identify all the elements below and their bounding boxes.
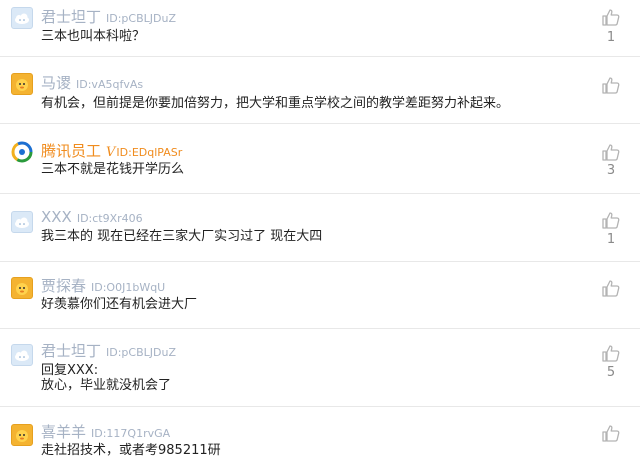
like-button[interactable] [601,278,623,298]
avatar[interactable] [11,73,33,95]
comment-item: 君士坦丁 ID:pCBLJDuZ 回复XXX: 放心，毕业就没机会了 5 [0,329,640,407]
cloud-avatar-icon [15,13,29,24]
like-count: 5 [606,365,616,380]
username[interactable]: 君士坦丁 [41,8,101,26]
name-line: XXX ID:ct9Xr406 [41,207,143,227]
username[interactable]: 腾讯员工 [41,142,101,160]
name-line: 君士坦丁 ID:pCBLJDuZ [41,6,176,26]
thumbs-up-icon [602,425,620,442]
comment-text: 我三本的 现在已经在三家大厂实习过了 现在大四 [41,229,323,244]
comment-text: 放心，毕业就没机会了 [41,378,172,393]
username[interactable]: XXX [41,208,72,226]
comment-item: 君士坦丁 ID:pCBLJDuZ 三本也叫本科啦？ 1 [0,0,640,57]
avatar[interactable] [11,141,33,163]
thumbs-up-icon [602,345,620,362]
name-line: 贾探春 ID:O0J1bWqU [41,275,165,295]
cloud-avatar-icon [15,217,29,228]
user-id: ID:vA5qfvAs [76,78,144,91]
like-count: 3 [606,163,616,178]
like-count: 1 [606,30,616,45]
avatar[interactable] [11,424,33,446]
comment-item: 马谡 ID:vA5qfvAs 有机会，但前提是你要加倍努力，把大学和重点学校之间的… [0,57,640,124]
username[interactable]: 君士坦丁 [41,342,101,360]
name-line: 君士坦丁 ID:pCBLJDuZ [41,340,176,360]
like-button[interactable] [601,142,623,162]
comment-item: 腾讯员工 VID:EDqlPASr 三本不就是花钱开学历么 3 [0,124,640,194]
name-line: 马谡 ID:vA5qfvAs [41,72,143,92]
name-line: 腾讯员工 VID:EDqlPASr [41,140,182,160]
duck-avatar-icon [16,283,28,295]
thumbs-up-icon [602,77,620,94]
cloud-avatar-icon [15,350,29,361]
avatar[interactable] [11,277,33,299]
comment-text: 好羡慕你们还有机会进大厂 [41,297,198,312]
thumbs-up-icon [602,280,620,297]
comment-item: 喜羊羊 ID:117Q1rvGA 走社招技术，或者考985211研 [0,407,640,472]
avatar[interactable] [11,344,33,366]
comment-item: 贾探春 ID:O0J1bWqU 好羡慕你们还有机会进大厂 [0,262,640,329]
comment-text: 有机会，但前提是你要加倍努力，把大学和重点学校之间的教学差距努力补起来。 [41,96,510,111]
user-id: ID:O0J1bWqU [91,281,166,294]
thumbs-up-icon [602,144,620,161]
user-id: ID:pCBLJDuZ [106,346,176,359]
username[interactable]: 贾探春 [41,277,86,295]
comment-text: 走社招技术，或者考985211研 [41,443,221,458]
tencent-logo-icon [11,141,33,163]
avatar[interactable] [11,211,33,233]
comment-item: XXX ID:ct9Xr406 我三本的 现在已经在三家大厂实习过了 现在大四 1 [0,194,640,262]
avatar[interactable] [11,7,33,29]
comment-text: 三本也叫本科啦？ [41,29,146,44]
username[interactable]: 喜羊羊 [41,423,86,441]
like-button[interactable] [601,75,623,95]
comment-text: 三本不就是花钱开学历么 [41,162,185,177]
user-id: ID:pCBLJDuZ [106,12,176,25]
like-button[interactable] [601,343,623,363]
thumbs-up-icon [602,212,620,229]
like-button[interactable] [601,7,623,27]
verified-badge: V [106,145,116,160]
thumbs-up-icon [602,9,620,26]
like-count: 1 [606,232,616,247]
user-id: ID:117Q1rvGA [91,427,171,440]
like-button[interactable] [601,423,623,443]
user-id: ID:EDqlPASr [116,146,183,159]
like-button[interactable] [601,210,623,230]
duck-avatar-icon [16,79,28,91]
duck-avatar-icon [16,430,28,442]
name-line: 喜羊羊 ID:117Q1rvGA [41,421,170,441]
username[interactable]: 马谡 [41,74,71,92]
user-id: ID:ct9Xr406 [76,212,143,225]
